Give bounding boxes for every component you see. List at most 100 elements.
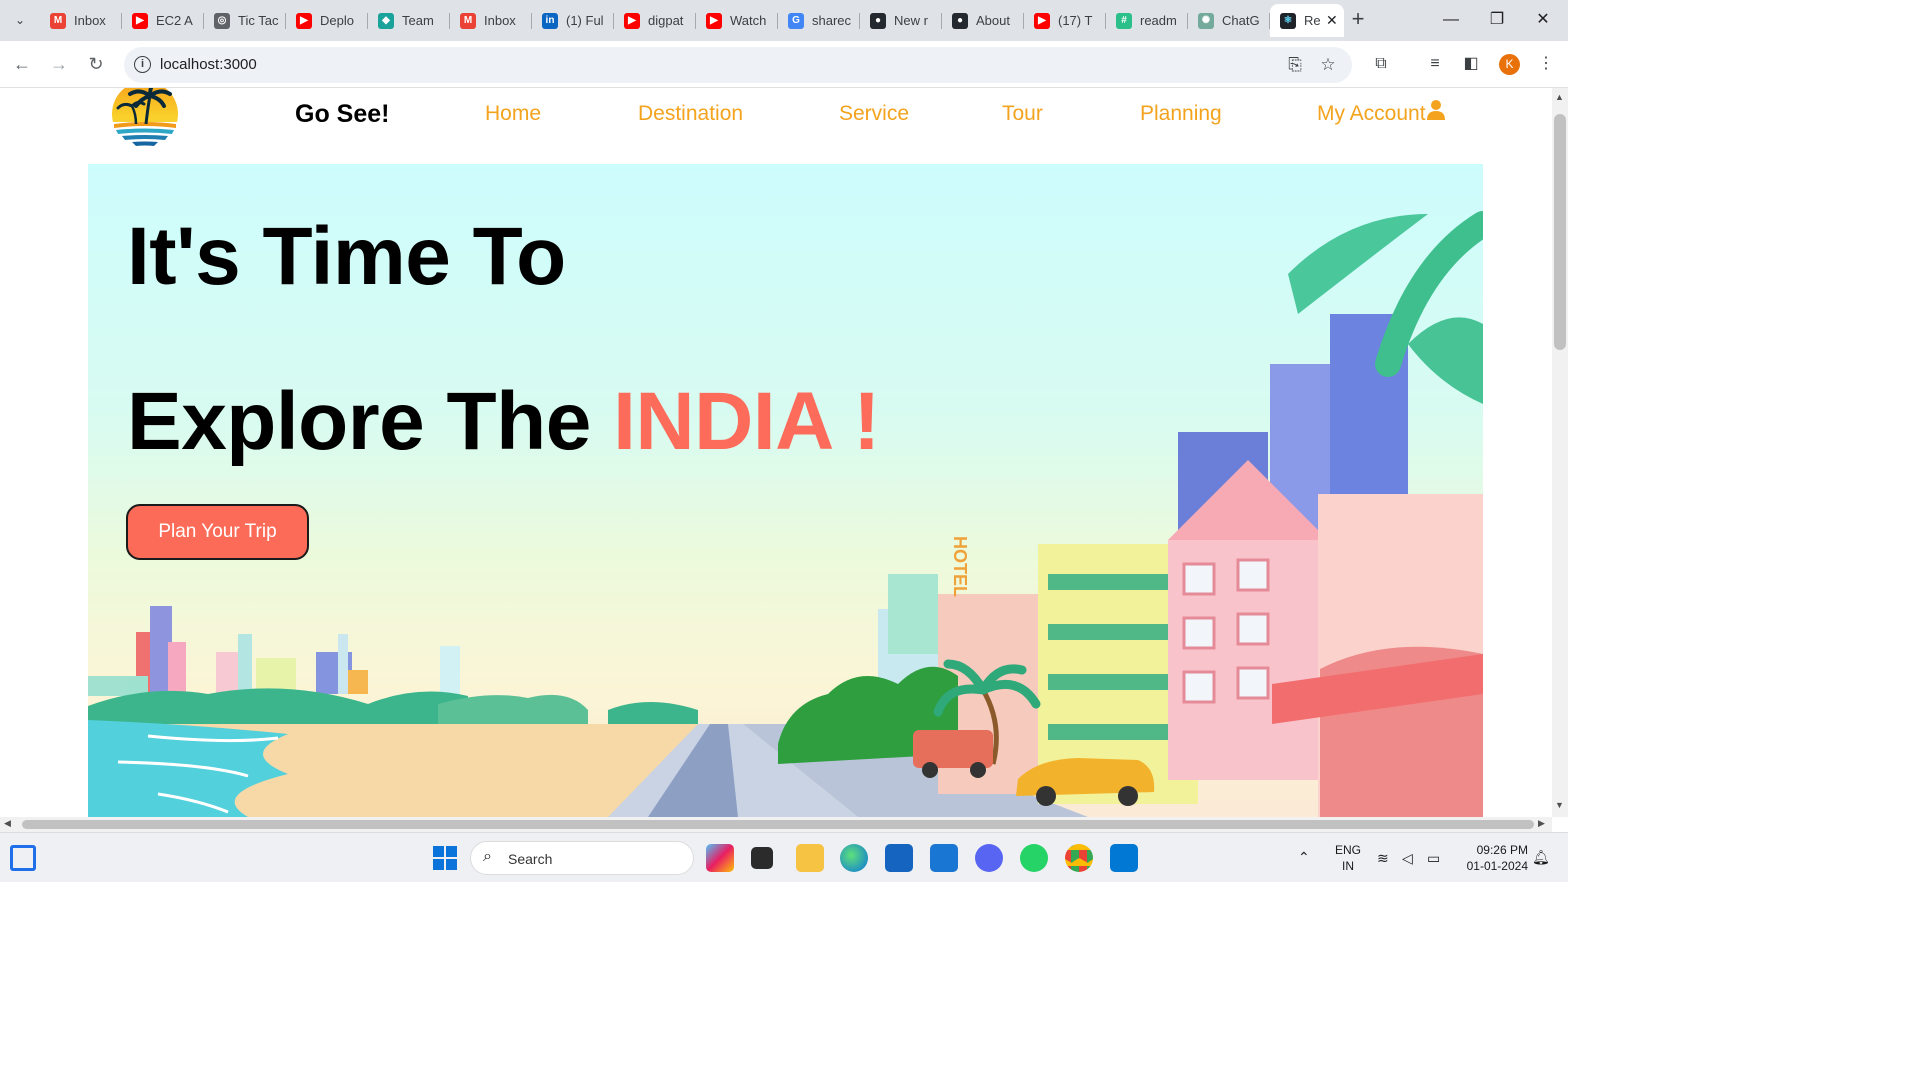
- tab-close-icon[interactable]: ✕: [1326, 12, 1338, 29]
- file-explorer-icon[interactable]: [796, 844, 824, 872]
- windows-start-icon[interactable]: [431, 844, 459, 872]
- google-icon: G: [788, 12, 804, 29]
- youtube-icon: ▶: [1034, 12, 1050, 29]
- browser-tab[interactable]: in (1) Ful: [532, 4, 614, 37]
- browser-toolbar: ← → ↻ i localhost:3000 ⎘ ☆ ⧉ ≡ ◧ K ⋮: [0, 41, 1568, 88]
- profile-avatar[interactable]: K: [1499, 54, 1520, 75]
- nav-service[interactable]: Service: [839, 102, 909, 126]
- chrome-icon[interactable]: [1065, 844, 1093, 872]
- scroll-right-arrow-icon[interactable]: ▶: [1538, 818, 1545, 829]
- horizontal-scrollbar[interactable]: ◀ ▶: [0, 817, 1552, 832]
- clock-date: 01-01-2024: [1466, 859, 1528, 873]
- globe-icon: ◎: [214, 12, 230, 29]
- gmail-icon: M: [50, 12, 66, 29]
- browser-tab[interactable]: M Inbox: [450, 4, 532, 37]
- tab-search-chevron-icon[interactable]: ⌄: [8, 8, 32, 32]
- minimize-button[interactable]: —: [1428, 8, 1474, 32]
- browser-tab[interactable]: # readm: [1106, 4, 1188, 37]
- forward-arrow-icon[interactable]: →: [47, 52, 71, 76]
- vertical-scrollbar[interactable]: ▲ ▼: [1552, 88, 1568, 817]
- show-hidden-icons-chevron-icon[interactable]: ⌃: [1298, 849, 1310, 865]
- search-icon: ⌕: [483, 848, 492, 865]
- tab-list: M Inbox ▶ EC2 A ◎ Tic Tac ▶ Deplo ◆ Team M Inbox in (…: [40, 4, 1344, 37]
- react-icon: ⚛: [1280, 12, 1296, 29]
- clock[interactable]: 09:26 PM 01-01-2024: [1456, 842, 1528, 874]
- menu-kebab-icon[interactable]: ⋮: [1535, 53, 1557, 75]
- discord-icon[interactable]: [975, 844, 1003, 872]
- scroll-left-arrow-icon[interactable]: ◀: [4, 818, 11, 829]
- hero-heading-line1: It's Time To: [127, 211, 566, 302]
- restore-button[interactable]: ❐: [1474, 8, 1520, 32]
- bookmark-star-icon[interactable]: ☆: [1318, 55, 1338, 75]
- horizontal-scroll-thumb[interactable]: [22, 820, 1534, 829]
- browser-tab[interactable]: ◎ Tic Tac: [204, 4, 286, 37]
- youtube-icon: ▶: [624, 12, 640, 29]
- tab-title: digpat: [648, 13, 684, 28]
- site-navbar: Go See! Home Destination Service Tour Pl…: [0, 88, 1552, 164]
- url-text[interactable]: localhost:3000: [160, 56, 257, 73]
- extensions-puzzle-icon[interactable]: ⧉: [1370, 53, 1392, 75]
- site-info-icon[interactable]: i: [134, 56, 151, 73]
- svg-text:HOTEL: HOTEL: [950, 536, 970, 597]
- microsoft-store-icon[interactable]: [885, 844, 913, 872]
- vertical-scroll-thumb[interactable]: [1554, 114, 1566, 350]
- tab-title: About: [976, 13, 1010, 28]
- browser-tab[interactable]: ▶ (17) T: [1024, 4, 1106, 37]
- nav-planning[interactable]: Planning: [1140, 102, 1222, 126]
- close-window-button[interactable]: ✕: [1520, 8, 1566, 32]
- browser-tab[interactable]: ● New r: [860, 4, 942, 37]
- back-arrow-icon[interactable]: ←: [10, 52, 34, 76]
- user-icon[interactable]: [1427, 100, 1445, 120]
- reload-icon[interactable]: ↻: [84, 52, 108, 76]
- volume-icon[interactable]: ◁: [1402, 850, 1413, 866]
- app-icon[interactable]: [930, 844, 958, 872]
- github-icon: ●: [870, 12, 886, 29]
- address-bar[interactable]: i localhost:3000 ⎘ ☆: [124, 47, 1352, 83]
- wifi-icon[interactable]: ≋: [1377, 850, 1389, 866]
- browser-tab[interactable]: Gsharec: [778, 4, 860, 37]
- browser-tab[interactable]: ▶ Deplo: [286, 4, 368, 37]
- scroll-down-arrow-icon[interactable]: ▼: [1555, 800, 1564, 810]
- new-tab-button[interactable]: +: [1346, 8, 1370, 32]
- taskbar-search-box[interactable]: ⌕ Search: [470, 841, 694, 875]
- whatsapp-icon[interactable]: [1020, 844, 1048, 872]
- copilot-icon[interactable]: [706, 844, 734, 872]
- scroll-up-arrow-icon[interactable]: ▲: [1555, 92, 1564, 102]
- tab-title: Watch: [730, 13, 767, 28]
- hero-banner: HOTEL It's Time To Explore The INDIA ! P…: [88, 164, 1483, 817]
- plan-your-trip-button[interactable]: Plan Your Trip: [126, 504, 309, 560]
- tab-title: Team: [402, 13, 434, 28]
- nav-destination[interactable]: Destination: [638, 102, 743, 126]
- edge-browser-icon[interactable]: [840, 844, 868, 872]
- browser-tab[interactable]: ◆ Team: [368, 4, 450, 37]
- side-panel-icon[interactable]: ◧: [1460, 53, 1482, 75]
- nav-my-account[interactable]: My Account: [1317, 102, 1426, 126]
- browser-tab[interactable]: ✺ ChatG: [1188, 4, 1270, 37]
- vscode-icon[interactable]: [1110, 844, 1138, 872]
- active-browser-tab[interactable]: ⚛ Re ✕: [1270, 4, 1344, 37]
- media-controls-icon[interactable]: ≡: [1424, 53, 1446, 75]
- nav-tour[interactable]: Tour: [1002, 102, 1043, 126]
- install-app-icon[interactable]: ⎘: [1285, 55, 1305, 75]
- sunset-palm-logo[interactable]: [110, 88, 180, 148]
- youtube-icon: ▶: [132, 12, 148, 29]
- grid-icon: #: [1116, 12, 1132, 29]
- browser-tab[interactable]: ● About: [942, 4, 1024, 37]
- clock-time: 09:26 PM: [1476, 843, 1528, 857]
- browser-tab[interactable]: ▶ Watch: [696, 4, 778, 37]
- windows-taskbar: ⌕ Search ⌃ ENG IN ≋ ◁ ▭ 09:26 PM 01-01-2…: [0, 832, 1568, 882]
- tab-title: Tic Tac: [238, 13, 279, 28]
- youtube-icon: ▶: [296, 12, 312, 29]
- task-view-icon[interactable]: [751, 847, 773, 869]
- language-region: IN: [1342, 859, 1354, 873]
- browser-tab[interactable]: ▶ EC2 A: [122, 4, 204, 37]
- widgets-icon[interactable]: [10, 845, 36, 871]
- notification-bell-icon[interactable]: 🔔︎: [1532, 849, 1550, 865]
- browser-tab[interactable]: ▶ digpat: [614, 4, 696, 37]
- language-indicator[interactable]: ENG IN: [1332, 842, 1364, 874]
- battery-icon[interactable]: ▭: [1427, 850, 1440, 866]
- brand-name[interactable]: Go See!: [295, 100, 389, 129]
- nav-home[interactable]: Home: [485, 102, 541, 126]
- browser-tab[interactable]: M Inbox: [40, 4, 122, 37]
- tab-title: (17) T: [1058, 13, 1093, 28]
